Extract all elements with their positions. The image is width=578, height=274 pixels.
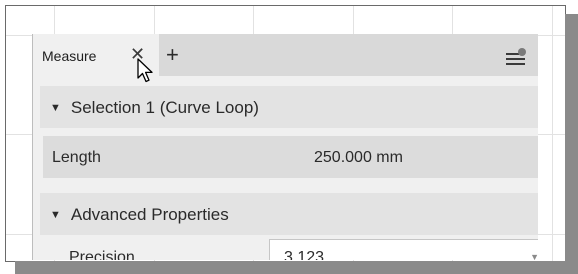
section-advanced-properties[interactable]: ▼ Advanced Properties [40,193,538,235]
menu-lines-icon[interactable] [505,48,527,66]
section-selection-title: ▼ Selection 1 (Curve Loop) [50,98,259,118]
caret-down-icon[interactable]: ▼ [50,209,61,221]
length-value: 250.000 mm [314,149,403,166]
precision-label: Precision [69,249,135,260]
length-row: Length 250.000 mm [43,136,538,178]
caret-down-icon[interactable]: ▼ [50,102,61,114]
drop-shadow [565,14,578,274]
section-selection[interactable]: ▼ Selection 1 (Curve Loop) [40,86,538,128]
precision-select[interactable]: 3.123 ▼ [269,239,538,260]
mouse-pointer-icon [137,58,153,83]
section-selection-label: Selection 1 (Curve Loop) [70,98,259,117]
add-tab-icon[interactable]: + [166,44,179,66]
length-label: Length [52,149,101,166]
drop-shadow [15,261,567,274]
section-advanced-title: ▼ Advanced Properties [50,205,229,225]
chevron-down-icon: ▼ [530,252,538,260]
measure-panel: Measure ✕ + ▼ Selection 1 (Curve Loop) Le… [33,34,538,260]
precision-value: 3.123 [284,249,325,260]
panel-tab-bar: Measure ✕ + [33,34,538,76]
section-advanced-label: Advanced Properties [70,205,229,224]
tab-label: Measure [42,48,97,64]
